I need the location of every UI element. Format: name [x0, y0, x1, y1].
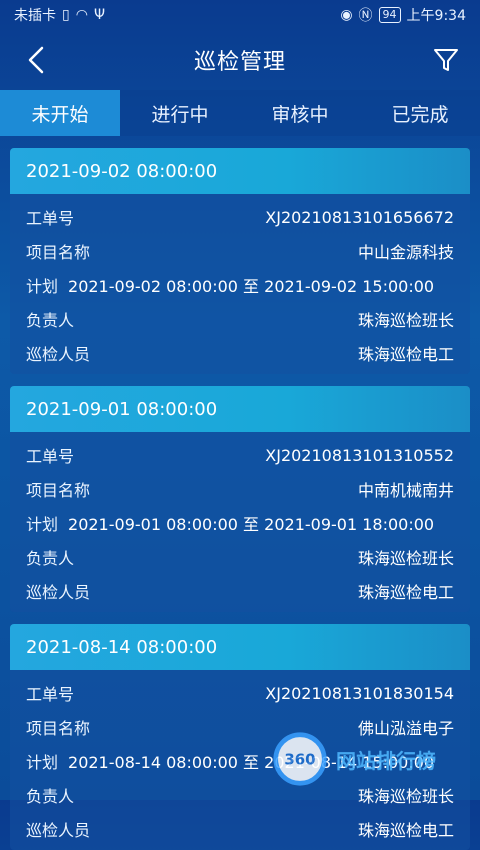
project-value: 中南机械南井	[357, 481, 454, 500]
tab-not-started[interactable]: 未开始	[0, 90, 120, 136]
inspector-value: 珠海巡检电工	[357, 583, 454, 602]
carrier-label: 未插卡	[14, 8, 56, 24]
wifi-icon: ◠	[75, 7, 88, 23]
plan-row: 计划 2021-09-01 08:00:00 至 2021-09-01 18:0…	[26, 506, 454, 540]
plan-label: 计划	[26, 515, 59, 534]
order-number-row: 工单号 XJ20210813101310552	[26, 438, 454, 472]
battery-level: 94	[378, 7, 401, 23]
status-left: 未插卡 ▯ ◠ Ψ	[14, 5, 105, 25]
project-value: 中山金源科技	[357, 243, 454, 262]
owner-value: 珠海巡检班长	[357, 311, 454, 330]
owner-label: 负责人	[26, 311, 75, 330]
inspection-card[interactable]: 2021-09-01 08:00:00 工单号 XJ20210813101310…	[10, 386, 470, 612]
eye-icon: ◉	[340, 7, 353, 23]
plan-end: 2021-09-01 18:00:00	[264, 515, 435, 534]
order-number-row: 工单号 XJ20210813101656672	[26, 200, 454, 234]
usb-icon: Ψ	[93, 7, 105, 23]
order-number-value: XJ20210813101310552	[265, 445, 454, 465]
order-number-label: 工单号	[26, 447, 75, 466]
plan-start: 2021-09-02 08:00:00	[68, 277, 238, 296]
navigation-bar: 巡检管理	[0, 30, 480, 90]
order-number-value: XJ20210813101656672	[265, 207, 454, 227]
card-body: 工单号 XJ20210813101656672 项目名称 中山金源科技 计划 2…	[10, 194, 470, 374]
owner-value: 珠海巡检班长	[357, 549, 454, 568]
owner-row: 负责人 珠海巡检班长	[26, 302, 454, 336]
project-label: 项目名称	[26, 719, 91, 738]
status-bar: 未插卡 ▯ ◠ Ψ ◉ Ⓝ 94 上午9:34	[0, 0, 480, 30]
tab-under-review[interactable]: 审核中	[240, 90, 360, 136]
plan-start: 2021-09-01 08:00:00	[68, 515, 238, 534]
tab-in-progress[interactable]: 进行中	[120, 90, 240, 136]
plan-label: 计划	[26, 753, 59, 772]
filter-button[interactable]	[428, 42, 464, 78]
card-header-time: 2021-08-14 08:00:00	[10, 624, 470, 670]
tab-completed[interactable]: 已完成	[360, 90, 480, 136]
inspector-label: 巡检人员	[26, 583, 91, 602]
chevron-left-icon	[28, 46, 44, 74]
order-number-value: XJ20210813101830154	[265, 683, 454, 703]
inspection-card[interactable]: 2021-09-02 08:00:00 工单号 XJ20210813101656…	[10, 148, 470, 374]
order-number-row: 工单号 XJ20210813101830154	[26, 676, 454, 710]
owner-label: 负责人	[26, 787, 75, 806]
inspector-row: 巡检人员 珠海巡检电工	[26, 336, 454, 370]
plan-start: 2021-08-14 08:00:00	[68, 753, 238, 772]
project-row: 项目名称 中山金源科技	[26, 234, 454, 268]
watermark-text: 网站排行榜	[336, 748, 436, 773]
plan-range: 2021-09-02 08:00:00 至 2021-09-02 15:00:0…	[68, 273, 434, 297]
nfc-icon: Ⓝ	[358, 8, 373, 24]
filter-icon	[434, 49, 458, 71]
order-number-label: 工单号	[26, 685, 75, 704]
watermark: 360 网站排行榜	[272, 724, 472, 794]
status-right: ◉ Ⓝ 94 上午9:34	[340, 5, 466, 25]
project-row: 项目名称 中南机械南井	[26, 472, 454, 506]
plan-range: 2021-09-01 08:00:00 至 2021-09-01 18:00:0…	[68, 511, 434, 535]
card-body: 工单号 XJ20210813101310552 项目名称 中南机械南井 计划 2…	[10, 432, 470, 612]
inspector-row: 巡检人员 珠海巡检电工	[26, 574, 454, 608]
card-header-time: 2021-09-01 08:00:00	[10, 386, 470, 432]
plan-to: 至	[243, 515, 260, 534]
sim-icon: ▯	[62, 7, 70, 23]
order-number-label: 工单号	[26, 209, 75, 228]
plan-label: 计划	[26, 277, 59, 296]
owner-label: 负责人	[26, 549, 75, 568]
plan-row: 计划 2021-09-02 08:00:00 至 2021-09-02 15:0…	[26, 268, 454, 302]
project-label: 项目名称	[26, 481, 91, 500]
inspector-label: 巡检人员	[26, 345, 91, 364]
plan-to: 至	[243, 277, 260, 296]
plan-end: 2021-09-02 15:00:00	[264, 277, 435, 296]
inspector-value: 珠海巡检电工	[357, 345, 454, 364]
inspector-value: 珠海巡检电工	[357, 821, 454, 840]
logo-360-icon: 360	[273, 732, 327, 786]
inspector-label: 巡检人员	[26, 821, 91, 840]
plan-to: 至	[243, 753, 260, 772]
status-tabs: 未开始 进行中 审核中 已完成	[0, 90, 480, 136]
inspector-row: 巡检人员 珠海巡检电工	[26, 812, 454, 846]
owner-row: 负责人 珠海巡检班长	[26, 540, 454, 574]
back-button[interactable]	[18, 42, 54, 78]
logo-text: 360	[284, 751, 315, 769]
page-title: 巡检管理	[193, 50, 286, 75]
clock: 上午9:34	[406, 8, 466, 24]
project-label: 项目名称	[26, 243, 91, 262]
card-header-time: 2021-09-02 08:00:00	[10, 148, 470, 194]
